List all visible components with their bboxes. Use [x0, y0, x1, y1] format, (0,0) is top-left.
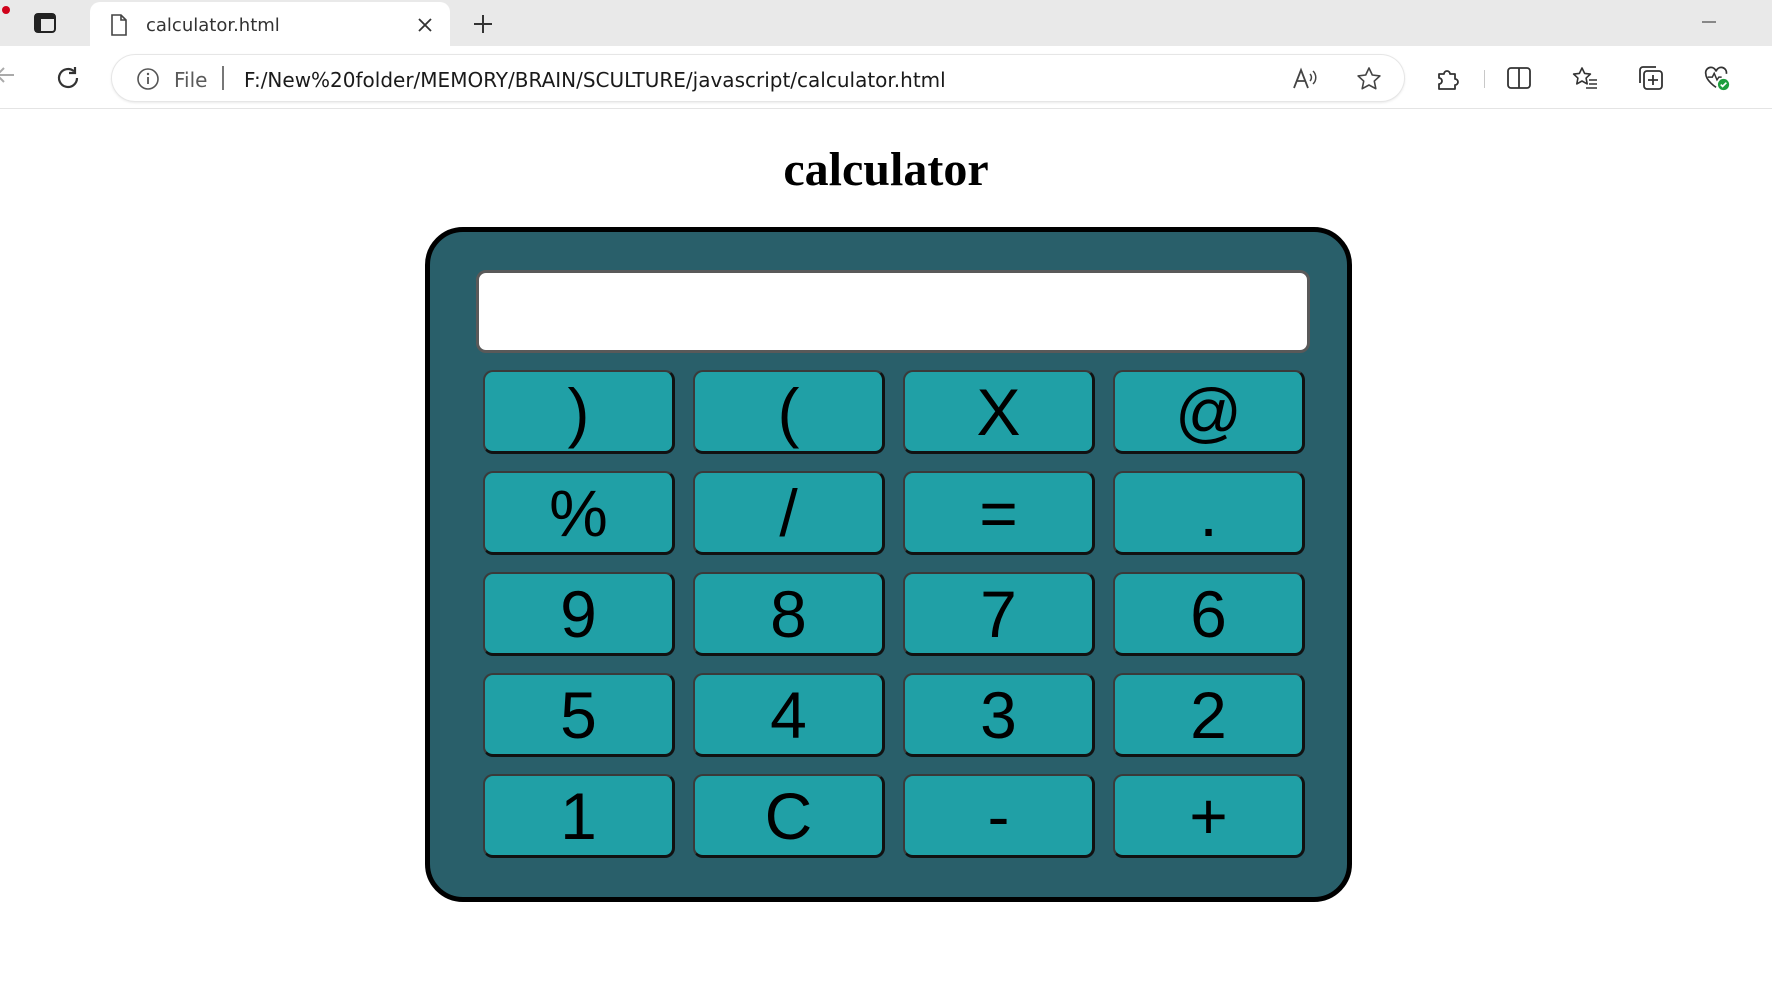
- page-icon: [110, 14, 128, 41]
- calculator-keypad: ) ( X @ % / = . 9 8 7 6 5 4 3 2 1 C - +: [483, 370, 1305, 858]
- key-close-paren[interactable]: ): [483, 370, 675, 454]
- key-8[interactable]: 8: [693, 572, 885, 656]
- key-minus[interactable]: -: [903, 774, 1095, 858]
- info-icon[interactable]: [136, 67, 160, 96]
- key-9[interactable]: 9: [483, 572, 675, 656]
- read-aloud-icon[interactable]: [1292, 66, 1318, 92]
- toolbar-divider: [1484, 70, 1485, 88]
- tab-title: calculator.html: [146, 15, 280, 36]
- key-2[interactable]: 2: [1113, 673, 1305, 757]
- key-open-paren[interactable]: (: [693, 370, 885, 454]
- notification-dot: [2, 6, 10, 14]
- calculator-body: ) ( X @ % / = . 9 8 7 6 5 4 3 2 1 C - +: [425, 227, 1352, 902]
- browser-toolbar: File F:/New%20folder/MEMORY/BRAIN/SCULTU…: [0, 46, 1772, 109]
- calculator-display[interactable]: [476, 270, 1310, 353]
- close-icon[interactable]: [414, 14, 436, 36]
- page-title: calculator: [783, 143, 989, 196]
- address-divider: [222, 66, 224, 90]
- key-at[interactable]: @: [1113, 370, 1305, 454]
- key-x[interactable]: X: [903, 370, 1095, 454]
- collections-icon[interactable]: [1637, 64, 1665, 92]
- tab-actions-icon[interactable]: [32, 10, 58, 36]
- key-equals[interactable]: =: [903, 471, 1095, 555]
- key-1[interactable]: 1: [483, 774, 675, 858]
- plus-icon[interactable]: [470, 11, 496, 37]
- key-decimal[interactable]: .: [1113, 471, 1305, 555]
- site-info-label[interactable]: File: [174, 68, 207, 92]
- key-6[interactable]: 6: [1113, 572, 1305, 656]
- back-arrow-icon[interactable]: [0, 64, 18, 88]
- key-5[interactable]: 5: [483, 673, 675, 757]
- favorites-icon[interactable]: [1571, 64, 1599, 92]
- minimize-icon[interactable]: [1700, 12, 1720, 32]
- refresh-icon[interactable]: [54, 64, 82, 92]
- key-3[interactable]: 3: [903, 673, 1095, 757]
- split-screen-icon[interactable]: [1505, 64, 1533, 92]
- key-divide[interactable]: /: [693, 471, 885, 555]
- active-tab[interactable]: calculator.html: [90, 2, 450, 46]
- key-clear[interactable]: C: [693, 774, 885, 858]
- puzzle-icon[interactable]: [1434, 64, 1462, 92]
- address-bar[interactable]: File F:/New%20folder/MEMORY/BRAIN/SCULTU…: [112, 55, 1404, 101]
- heart-pulse-icon[interactable]: [1703, 64, 1731, 92]
- key-plus[interactable]: +: [1113, 774, 1305, 858]
- tab-strip: calculator.html: [0, 0, 1772, 46]
- key-4[interactable]: 4: [693, 673, 885, 757]
- page-content: calculator ) ( X @ % / = . 9 8 7 6 5 4 3…: [0, 109, 1772, 995]
- star-icon[interactable]: [1356, 66, 1382, 92]
- key-percent[interactable]: %: [483, 471, 675, 555]
- url-text[interactable]: F:/New%20folder/MEMORY/BRAIN/SCULTURE/ja…: [244, 68, 946, 92]
- key-7[interactable]: 7: [903, 572, 1095, 656]
